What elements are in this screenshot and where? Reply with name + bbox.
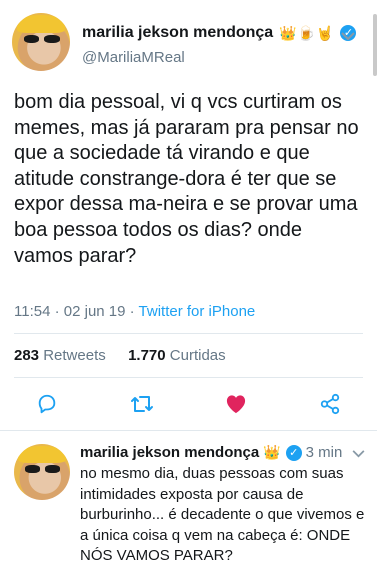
tweet-timestamp: 11:54 · 02 jun 19 · <box>14 303 139 320</box>
tweet-text: bom dia pessoal, vi q vcs curtiram os me… <box>14 91 359 267</box>
name-emojis: 👑 <box>263 444 282 460</box>
name-emojis: 👑🍺🤘 <box>279 24 335 41</box>
display-name[interactable]: marilia jekson mendonça 👑🍺🤘 ✓ <box>82 24 357 42</box>
retweets-count[interactable]: 283 <box>14 347 39 364</box>
display-name-text[interactable]: marilia jekson mendonça <box>80 444 259 461</box>
share-icon <box>320 393 340 415</box>
like-heart-icon <box>226 395 246 414</box>
reply-button[interactable] <box>30 387 64 421</box>
tweet-meta: 11:54 · 02 jun 19 · Twitter for iPhone <box>14 303 255 320</box>
scrollbar[interactable] <box>373 14 377 76</box>
engagement-stats: 283 Retweets 1.770 Curtidas <box>14 347 226 364</box>
avatar[interactable] <box>12 13 70 71</box>
divider <box>14 333 363 334</box>
verified-badge-icon: ✓ <box>285 444 302 461</box>
reply-icon <box>38 394 56 414</box>
share-button[interactable] <box>313 387 347 421</box>
retweet-button[interactable] <box>125 387 159 421</box>
user-handle[interactable]: @MariliaMReal <box>82 49 356 66</box>
reply-text: no mesmo dia, duas pessoas com suas inti… <box>80 465 365 564</box>
likes-label[interactable]: Curtidas <box>170 347 226 364</box>
tweet-time-ago: 3 min <box>305 444 343 461</box>
likes-count[interactable]: 1.770 <box>128 347 166 364</box>
display-name-text: marilia jekson mendonça <box>82 24 274 41</box>
divider <box>14 377 363 378</box>
reply-header: marilia jekson mendonça 👑 ✓ 3 min <box>80 444 342 461</box>
like-button[interactable] <box>219 387 253 421</box>
divider <box>0 430 377 431</box>
chevron-down-icon[interactable] <box>352 446 365 461</box>
tweet-actions <box>0 387 377 421</box>
chevron-down-icon[interactable] <box>341 28 355 44</box>
retweets-label[interactable]: Retweets <box>43 347 106 364</box>
avatar[interactable] <box>14 444 70 500</box>
retweet-icon <box>131 396 153 412</box>
tweet-source-link[interactable]: Twitter for iPhone <box>139 303 256 320</box>
